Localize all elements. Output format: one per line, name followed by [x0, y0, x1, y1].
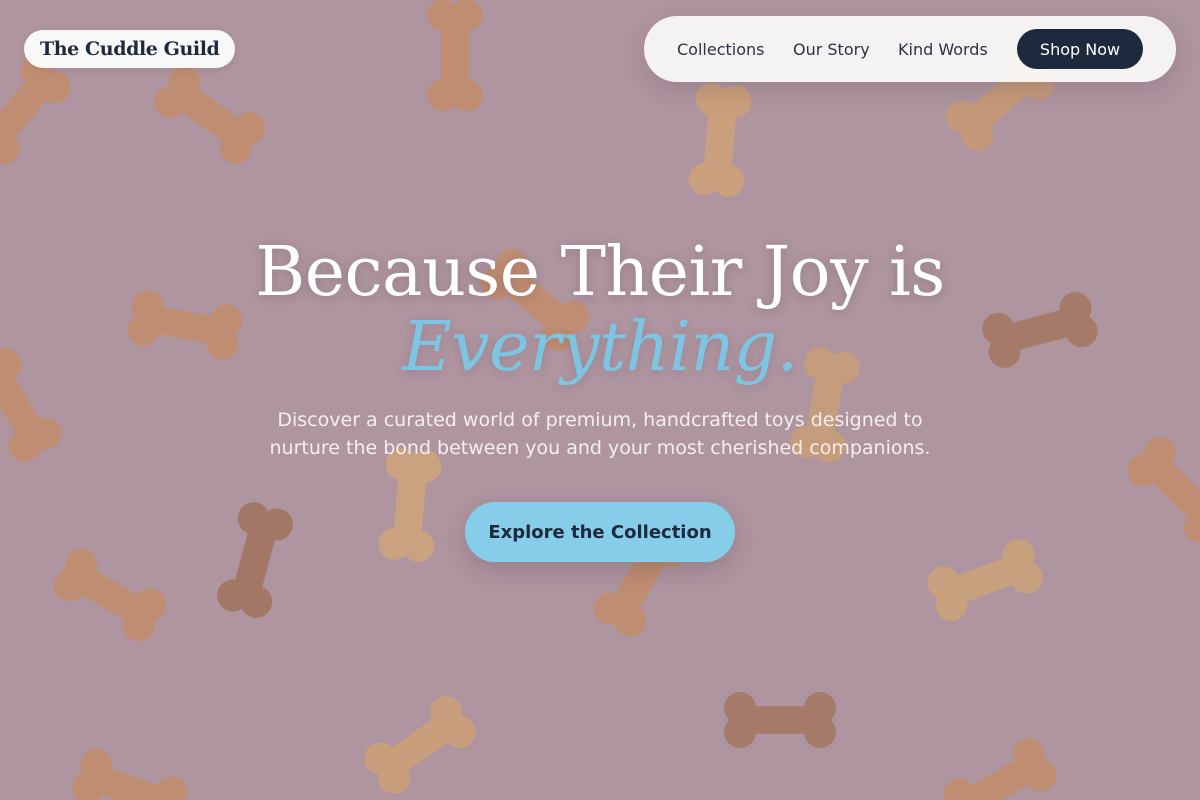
nav-link-collections[interactable]: Collections — [677, 16, 764, 82]
hero-subtitle-line-1: Discover a curated world of premium, han… — [277, 409, 923, 431]
shop-now-button[interactable]: Shop Now — [1017, 29, 1143, 69]
hero-subtitle-line-2: nurture the bond between you and your mo… — [269, 437, 931, 459]
hero-headline-accent: Everything. — [402, 308, 798, 387]
hero-subtitle: Discover a curated world of premium, han… — [200, 406, 1000, 462]
nav-link-kind-words[interactable]: Kind Words — [898, 16, 988, 82]
brand-name: The Cuddle Guild — [40, 38, 220, 60]
hero-overlay — [0, 0, 1200, 800]
hero-headline: Because Their Joy is — [255, 233, 945, 312]
explore-collection-button[interactable]: Explore the Collection — [465, 502, 735, 562]
nav-link-our-story[interactable]: Our Story — [793, 16, 870, 82]
brand-logo[interactable]: The Cuddle Guild — [24, 30, 236, 68]
main-navigation: Collections Our Story Kind Words Shop No… — [644, 16, 1176, 82]
hero-section — [0, 0, 1200, 800]
